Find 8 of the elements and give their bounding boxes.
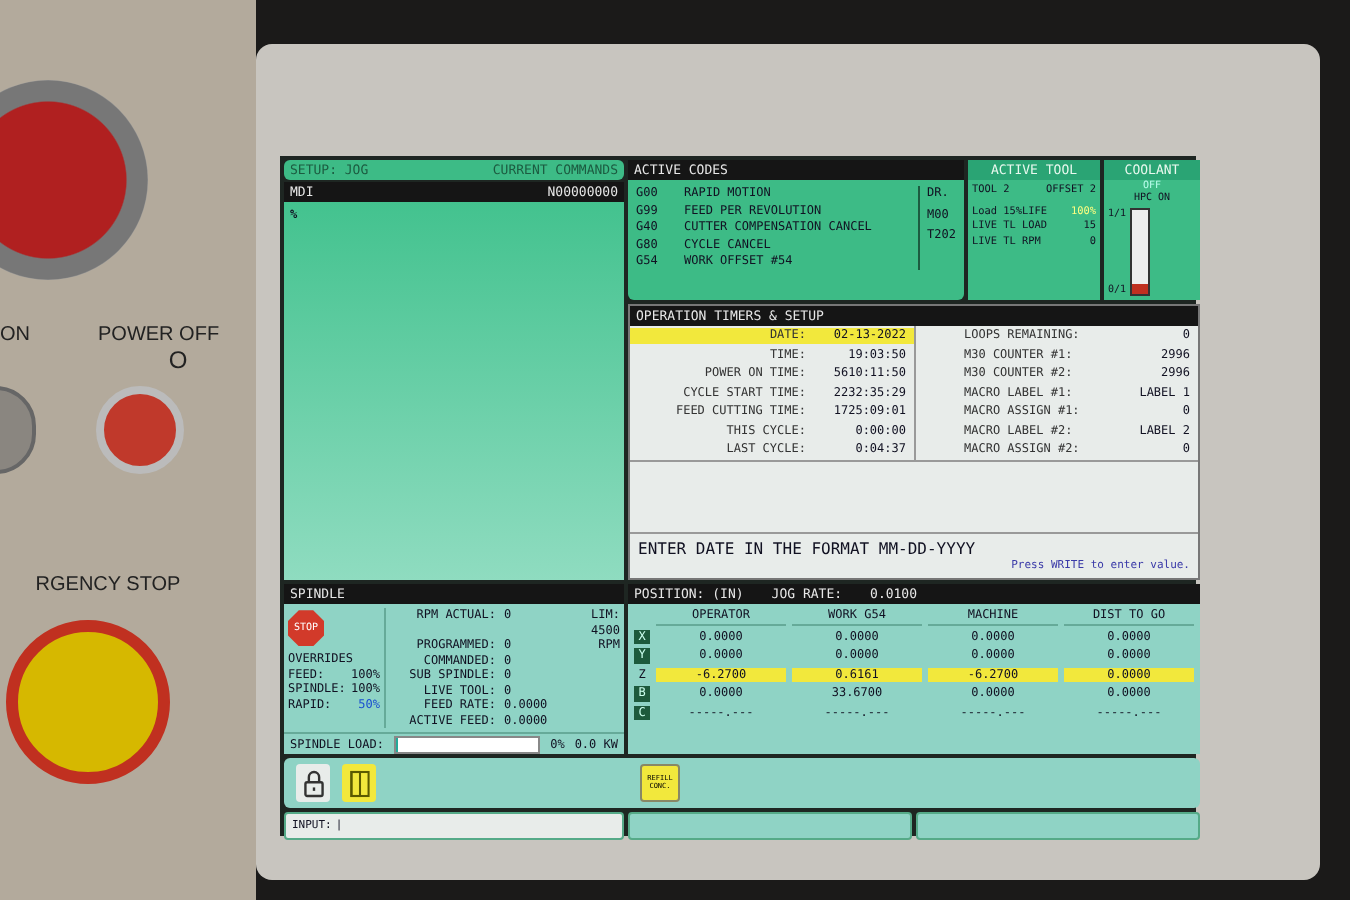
power-off-button[interactable] [96, 386, 184, 474]
lock-icon[interactable] [296, 764, 330, 802]
panel-label: RGENCY STOP [35, 574, 181, 596]
door-icon[interactable] [342, 764, 376, 802]
panel-label: ON [0, 324, 30, 346]
prompt-text: ENTER DATE IN THE FORMAT MM-DD-YYYY [638, 540, 978, 561]
power-off-symbol: O [168, 346, 188, 374]
panel-label: POWER OFF [98, 324, 220, 346]
